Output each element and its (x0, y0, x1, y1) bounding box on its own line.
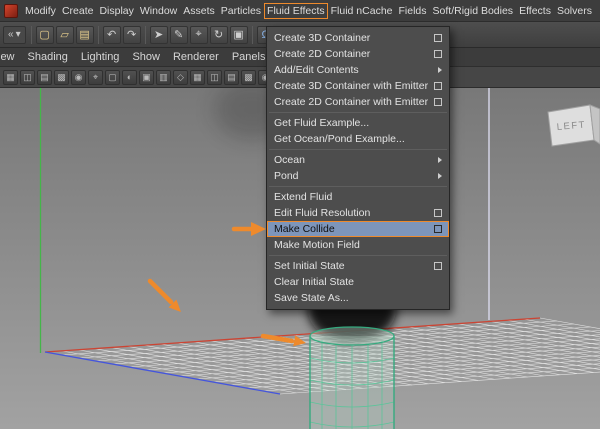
menu-item-make-collide[interactable]: Make Collide (267, 221, 449, 237)
save-scene-icon[interactable]: ▤ (75, 25, 94, 44)
scale-tool-icon[interactable]: ▣ (229, 25, 248, 44)
new-scene-icon[interactable]: ▢ (35, 25, 54, 44)
fluid-effects-menu: Create 3D Container Create 2D Container … (266, 26, 450, 310)
option-box-icon[interactable] (434, 262, 442, 270)
menu-solvers[interactable]: Solvers (554, 3, 595, 19)
toolbar-separator (251, 25, 253, 44)
viewport-toolbar-icon[interactable]: ▣ (139, 69, 154, 85)
viewport-toolbar-icon[interactable]: ▥ (156, 69, 171, 85)
toolbar-separator (144, 25, 146, 44)
viewport-toolbar-icon[interactable]: ▤ (37, 69, 52, 85)
option-box-icon[interactable] (434, 34, 442, 42)
menu-separator (269, 255, 447, 256)
menu-effects[interactable]: Effects (516, 3, 554, 19)
menu-item-clear-initial-state[interactable]: Clear Initial State (267, 274, 449, 290)
menu-item-add-edit-contents[interactable]: Add/Edit Contents (267, 62, 449, 78)
panel-menu-lighting[interactable]: Lighting (81, 51, 120, 63)
panel-menu-panels[interactable]: Panels (232, 51, 266, 63)
panel-menu-show[interactable]: Show (132, 51, 160, 63)
menu-create[interactable]: Create (59, 3, 97, 19)
viewport-toolbar-icon[interactable]: ◉ (71, 69, 86, 85)
menu-assets[interactable]: Assets (180, 3, 218, 19)
submenu-arrow-icon (438, 67, 442, 73)
menu-item-get-ocean-pond-example[interactable]: Get Ocean/Pond Example... (267, 131, 449, 147)
option-box-icon[interactable] (434, 98, 442, 106)
select-tool-icon[interactable]: ➤ (149, 25, 168, 44)
menu-item-make-motion-field[interactable]: Make Motion Field (267, 237, 449, 253)
menu-fields[interactable]: Fields (396, 3, 430, 19)
option-box-icon[interactable] (434, 209, 442, 217)
toolbar-separator (97, 25, 99, 44)
redo-icon[interactable]: ↷ (122, 25, 141, 44)
viewport-toolbar-icon[interactable]: ▩ (54, 69, 69, 85)
submenu-arrow-icon (438, 173, 442, 179)
menu-fluid-ncache[interactable]: Fluid nCache (328, 3, 396, 19)
selection-mask-control[interactable]: « ▾ (3, 25, 26, 44)
menu-item-create-3d-container-with-emitter[interactable]: Create 3D Container with Emitter (267, 78, 449, 94)
option-box-icon[interactable] (434, 50, 442, 58)
open-scene-icon[interactable]: ▱ (55, 25, 74, 44)
panel-menu-renderer[interactable]: Renderer (173, 51, 219, 63)
menu-item-create-3d-container[interactable]: Create 3D Container (267, 30, 449, 46)
lasso-tool-icon[interactable]: ✎ (169, 25, 188, 44)
menu-particles[interactable]: Particles (218, 3, 264, 19)
panel-menu-view[interactable]: iew (0, 51, 15, 63)
toolbar-separator (30, 25, 32, 44)
menu-item-create-2d-container-with-emitter[interactable]: Create 2D Container with Emitter (267, 94, 449, 110)
panel-menu-shading[interactable]: Shading (28, 51, 68, 63)
cylinder-object[interactable] (309, 326, 395, 429)
viewport-toolbar-icon[interactable]: ▢ (105, 69, 120, 85)
chevrons-icon: « (8, 29, 14, 40)
menu-separator (269, 112, 447, 113)
menu-bar: Modify Create Display Window Assets Part… (0, 0, 600, 22)
viewport-toolbar-icon[interactable]: ⌖ (88, 69, 103, 85)
viewport-toolbar-icon[interactable]: ▤ (224, 69, 239, 85)
viewport-toolbar-icon[interactable]: ◇ (173, 69, 188, 85)
maya-window: Modify Create Display Window Assets Part… (0, 0, 600, 429)
menu-modify[interactable]: Modify (22, 3, 59, 19)
menu-item-extend-fluid[interactable]: Extend Fluid (267, 189, 449, 205)
menu-item-save-state-as[interactable]: Save State As... (267, 290, 449, 306)
menu-item-ocean[interactable]: Ocean (267, 152, 449, 168)
menu-item-create-2d-container[interactable]: Create 2D Container (267, 46, 449, 62)
menu-soft-rigid-bodies[interactable]: Soft/Rigid Bodies (430, 3, 517, 19)
option-box-icon[interactable] (434, 82, 442, 90)
viewport-toolbar-icon[interactable]: ◫ (20, 69, 35, 85)
menu-item-get-fluid-example[interactable]: Get Fluid Example... (267, 115, 449, 131)
menu-item-pond[interactable]: Pond (267, 168, 449, 184)
viewport-toolbar-icon[interactable]: ◐ (122, 69, 137, 85)
undo-icon[interactable]: ↶ (102, 25, 121, 44)
viewport-toolbar-icon[interactable]: ◫ (207, 69, 222, 85)
dropdown-arrow-icon: ▾ (15, 29, 21, 40)
menu-separator (269, 186, 447, 187)
move-tool-icon[interactable]: ⌖ (189, 25, 208, 44)
viewport-toolbar-icon[interactable]: ▦ (3, 69, 18, 85)
viewport-toolbar-icon[interactable]: ▦ (190, 69, 205, 85)
option-box-icon[interactable] (434, 225, 442, 233)
menu-display[interactable]: Display (96, 3, 136, 19)
menu-fluid-effects[interactable]: Fluid Effects (264, 2, 328, 19)
menu-window[interactable]: Window (137, 3, 180, 19)
menu-separator (269, 149, 447, 150)
viewport-toolbar-icon[interactable]: ▩ (241, 69, 256, 85)
app-icon (4, 3, 18, 18)
menu-item-edit-fluid-resolution[interactable]: Edit Fluid Resolution (267, 205, 449, 221)
view-cube[interactable]: LEFT (547, 104, 600, 147)
menu-item-set-initial-state[interactable]: Set Initial State (267, 258, 449, 274)
submenu-arrow-icon (438, 157, 442, 163)
rotate-tool-icon[interactable]: ↻ (209, 25, 228, 44)
